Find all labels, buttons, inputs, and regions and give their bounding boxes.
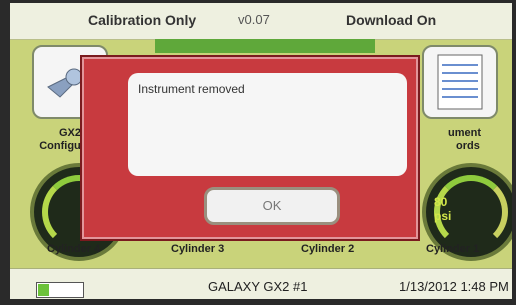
cylinder-1-pressure-value: 80 (434, 195, 448, 209)
version-label: v0.07 (238, 12, 270, 27)
dialog-message: Instrument removed (138, 82, 245, 96)
tile-label-ords: ords (456, 140, 480, 152)
progress-strip (155, 39, 375, 53)
document-list-icon (437, 54, 483, 110)
message-box: Instrument removed (128, 73, 407, 176)
cylinder-1-label: Cylinder 1 (426, 243, 480, 255)
cylinder-1-pressure-unit: psi (434, 209, 452, 223)
mode-label: Calibration Only (88, 12, 197, 28)
device-name: GALAXY GX2 #1 (208, 279, 308, 294)
battery-level-fill (38, 284, 49, 296)
top-status-bar: Calibration Only v0.07 Download On (10, 3, 512, 40)
cylinder-3-label: Cylinder 3 (171, 243, 225, 255)
ok-button[interactable]: OK (204, 187, 340, 225)
date-time: 1/13/2012 1:48 PM (399, 279, 509, 294)
touch-screen: Calibration Only v0.07 Download On GX2 C… (10, 3, 512, 299)
battery-icon (36, 282, 84, 298)
bottom-status-bar: GALAXY GX2 #1 1/13/2012 1:48 PM (10, 268, 512, 299)
tile-label-ument: ument (448, 127, 481, 139)
cylinder-2-label: Cylinder 2 (301, 243, 355, 255)
instrument-records-tile[interactable] (422, 45, 498, 119)
cylinder-4-label: Cylinder 4 (47, 243, 101, 255)
alert-dialog: Instrument removed OK (80, 55, 420, 241)
download-status: Download On (346, 12, 437, 28)
